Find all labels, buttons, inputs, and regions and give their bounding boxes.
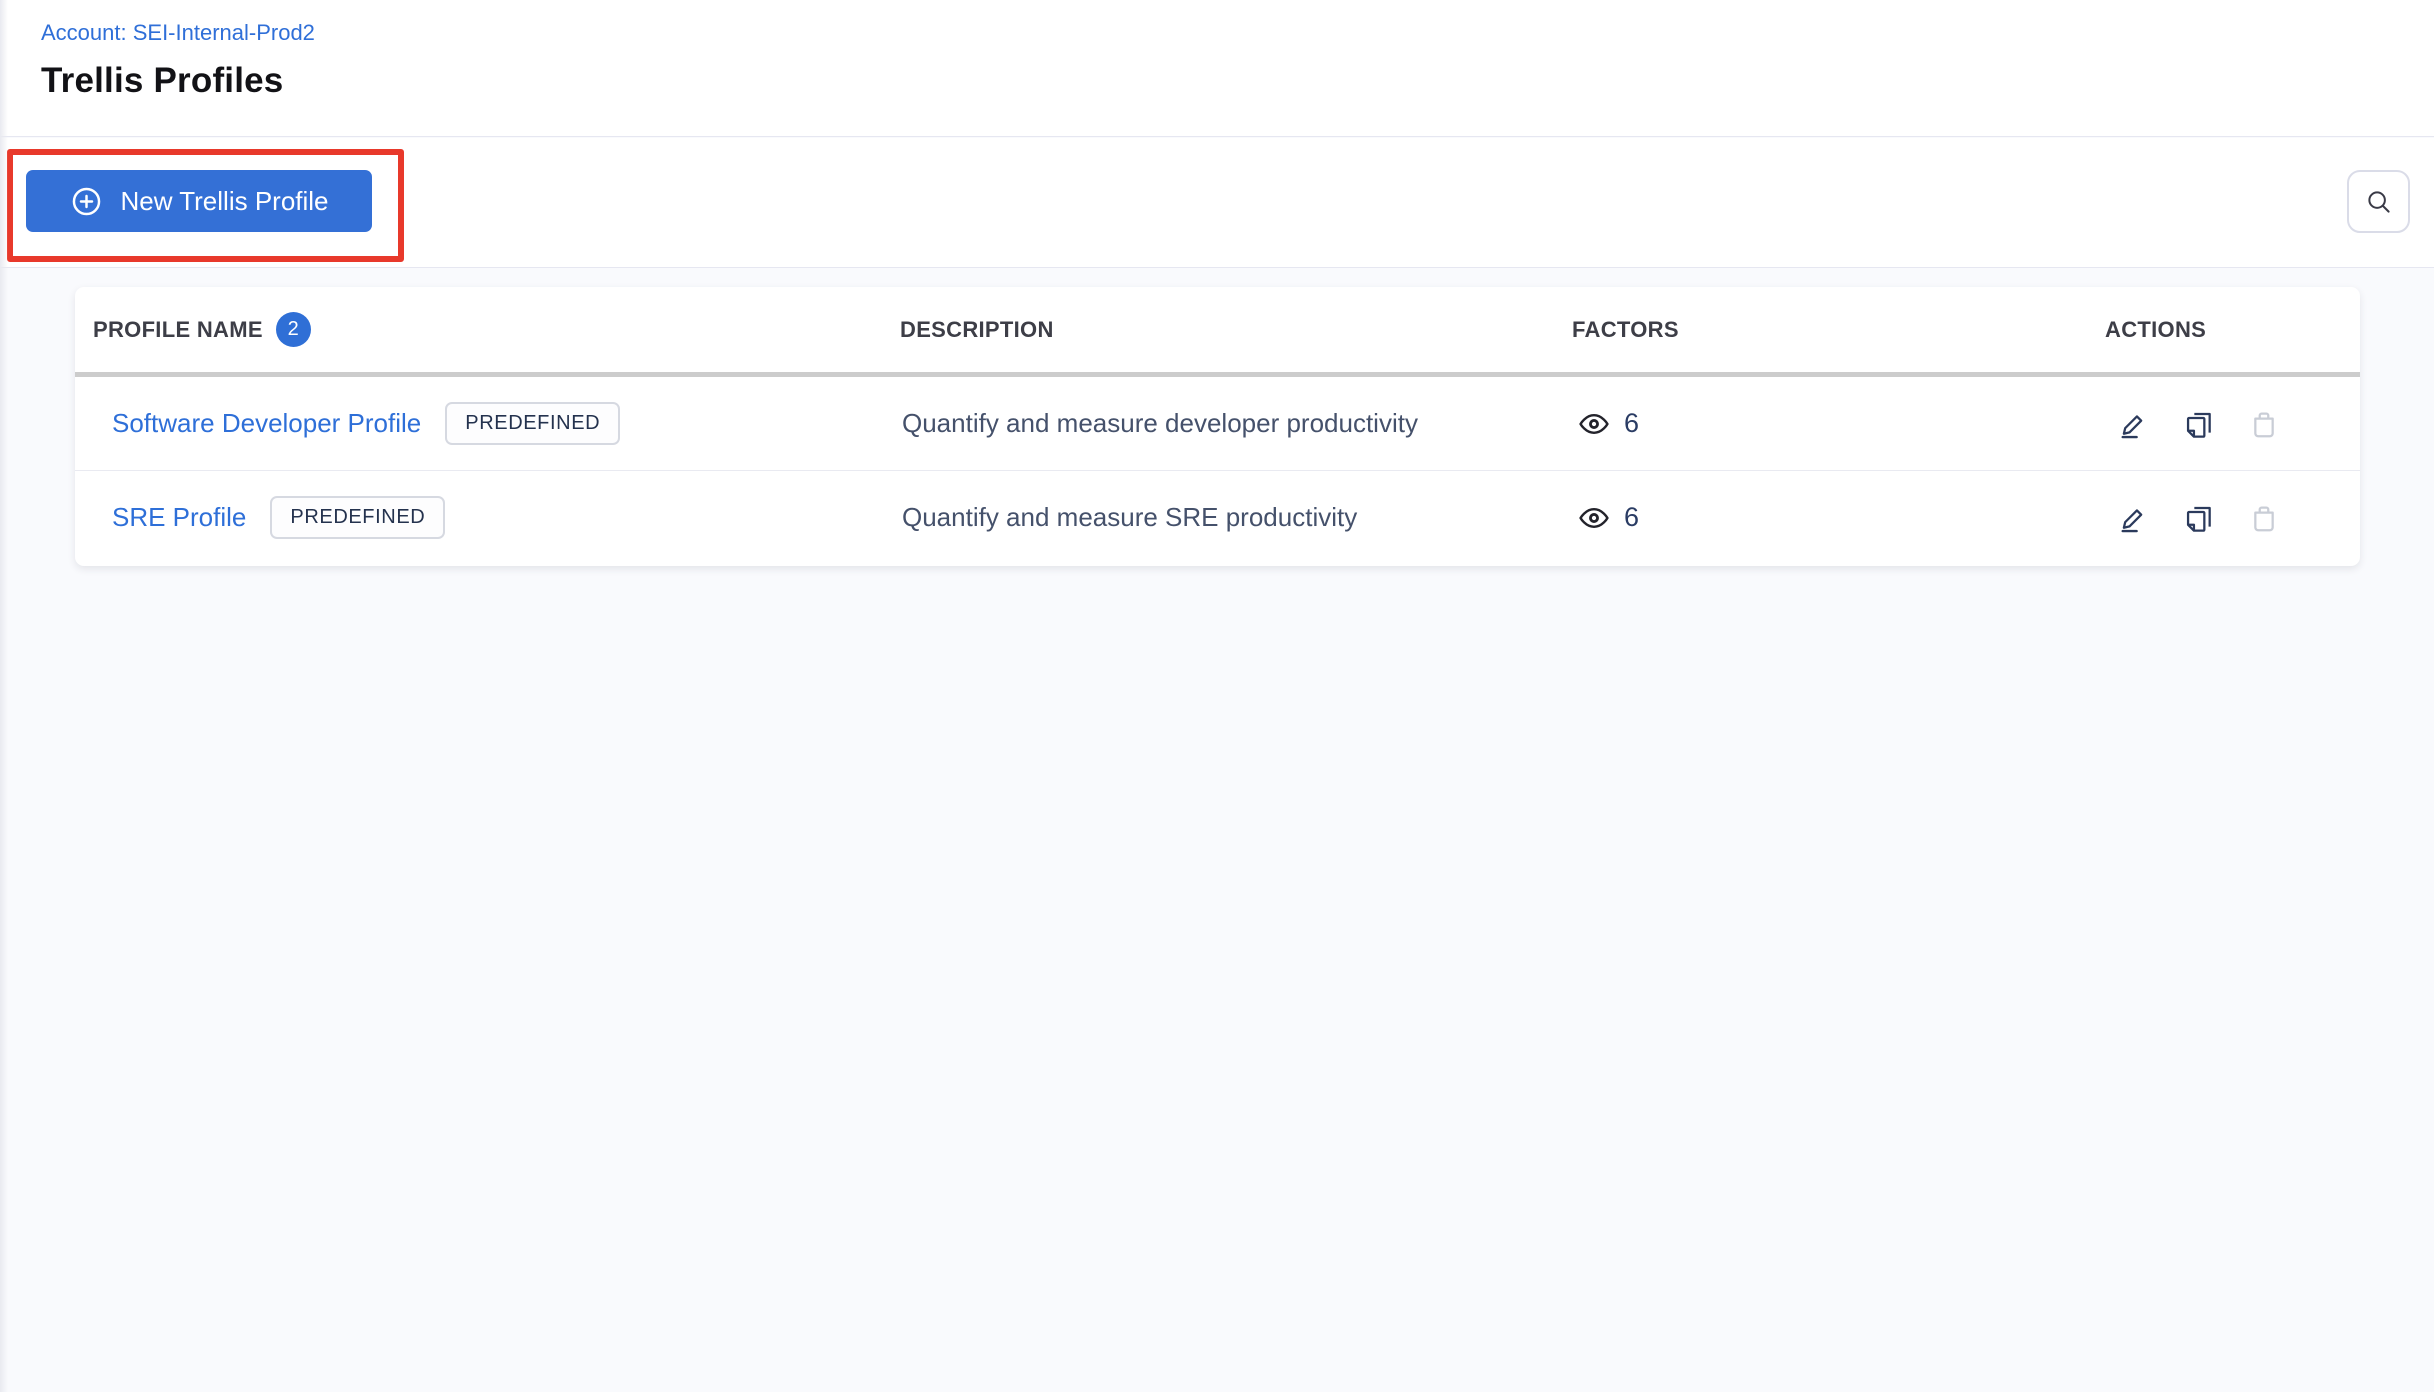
factors-count: 6 [1624,408,1640,438]
profile-description: Quantify and measure SRE productivity [902,502,1358,532]
predefined-badge: PREDEFINED [270,496,446,539]
table-header-row: PROFILE NAME 2 DESCRIPTION FACTORS ACTIO… [75,287,2360,377]
column-header-profile-name: PROFILE NAME 2 [93,287,311,372]
copy-icon[interactable] [2183,408,2215,440]
table-row: Software Developer Profile PREDEFINED Qu… [75,377,2360,471]
page-left-edge-shade [0,0,8,1392]
account-breadcrumb-link[interactable]: Account: SEI-Internal-Prod2 [41,20,315,46]
profile-name-link[interactable]: Software Developer Profile [112,408,421,439]
table-row: SRE Profile PREDEFINED Quantify and meas… [75,471,2360,565]
eye-icon [1577,501,1611,535]
profile-count-badge: 2 [275,312,311,347]
plus-circle-icon [69,184,104,219]
eye-icon [1577,407,1611,441]
column-header-description: DESCRIPTION [900,316,1054,342]
copy-icon[interactable] [2183,502,2215,534]
trash-icon [2248,502,2280,534]
profile-name-link[interactable]: SRE Profile [112,502,246,533]
profiles-table: PROFILE NAME 2 DESCRIPTION FACTORS ACTIO… [75,287,2360,566]
new-trellis-profile-button[interactable]: New Trellis Profile [26,170,372,232]
profile-description: Quantify and measure developer productiv… [902,408,1418,438]
new-trellis-profile-button-label: New Trellis Profile [120,185,329,216]
predefined-badge: PREDEFINED [445,402,621,445]
column-header-actions: ACTIONS [2105,316,2207,342]
toolbar: New Trellis Profile [0,138,2434,268]
search-icon [2364,187,2394,217]
column-header-factors: FACTORS [1572,316,1679,342]
profile-name-header-label: PROFILE NAME [93,316,263,342]
factors-count: 6 [1624,502,1640,532]
page-header: Account: SEI-Internal-Prod2 Trellis Prof… [0,0,2434,137]
edit-pencil-icon[interactable] [2118,408,2150,440]
edit-pencil-icon[interactable] [2118,502,2150,534]
page-title: Trellis Profiles [41,61,284,100]
trash-icon [2248,408,2280,440]
search-button[interactable] [2347,170,2410,233]
